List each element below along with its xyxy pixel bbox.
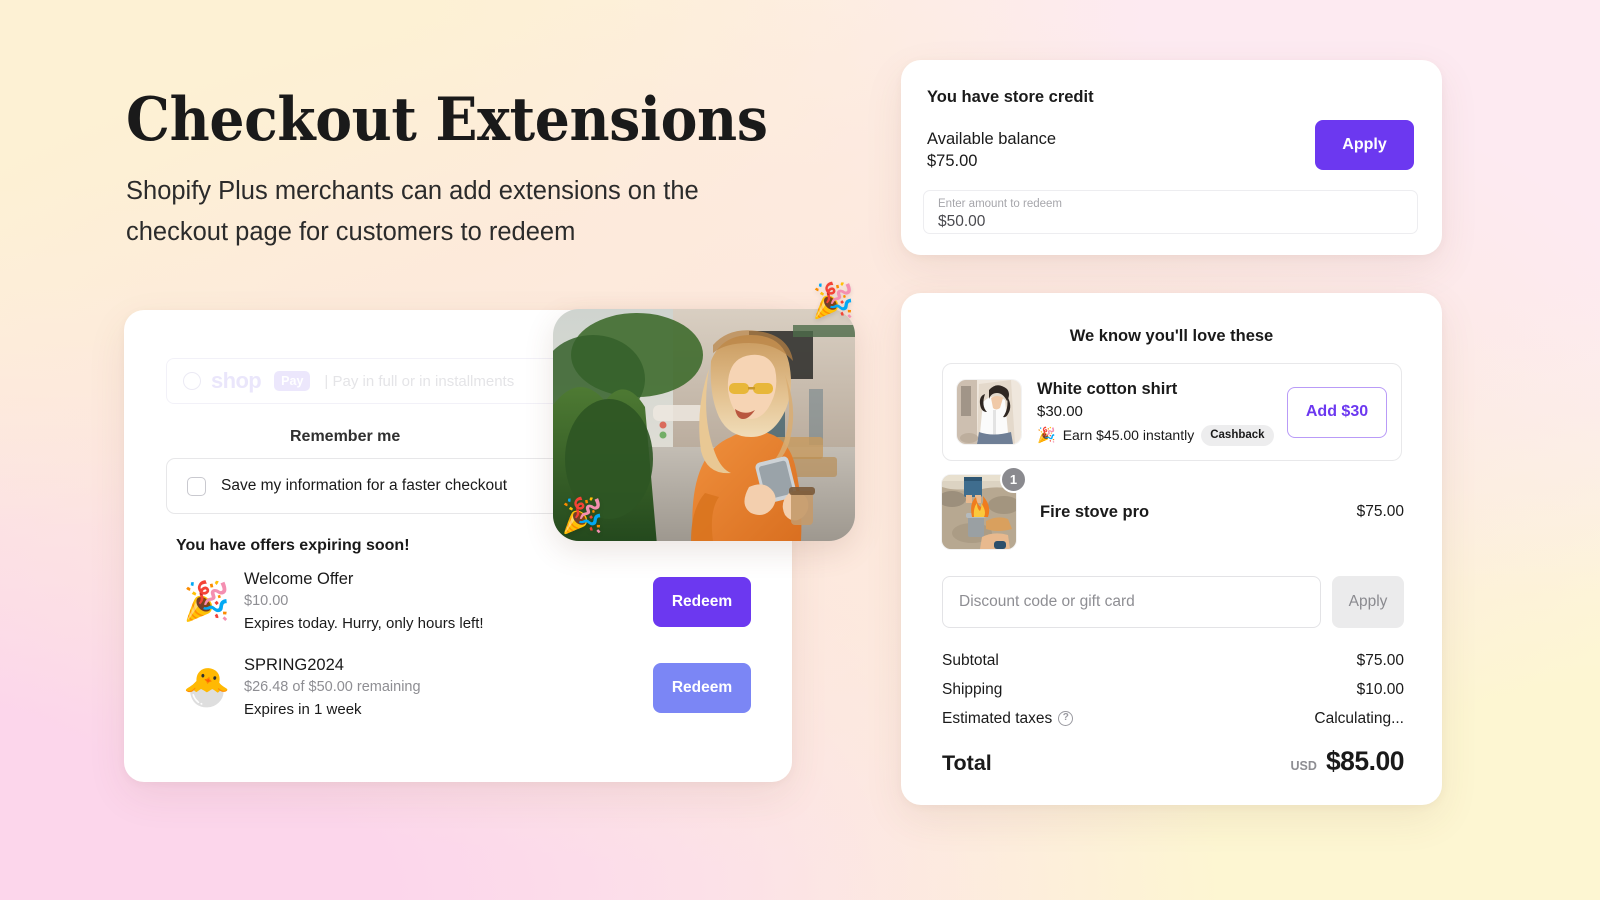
offer-name: SPRING2024 — [244, 656, 344, 674]
party-popper-icon: 🎉 — [1037, 426, 1056, 444]
redeem-amount-label: Enter amount to redeem — [938, 198, 1063, 210]
subtotal-value: $75.00 — [1356, 651, 1404, 669]
redeem-button[interactable]: Redeem — [653, 662, 751, 713]
totals-list: Subtotal $75.00 Shipping $10.00 Estimate… — [942, 646, 1405, 777]
status-badge: Cashback — [1201, 424, 1274, 446]
remember-me-heading: Remember me — [290, 428, 401, 445]
list-item: 🐣 SPRING2024 $26.48 of $50.00 remaining … — [176, 654, 751, 722]
party-popper-icon: 🎉 — [812, 282, 855, 320]
cashback-text: Earn $45.00 instantly — [1062, 427, 1195, 444]
list-item: 🎉 Welcome Offer $10.00 Expires today. Hu… — [176, 568, 751, 636]
order-summary-card: We know you'll love these White cotton s… — [901, 293, 1442, 805]
shop-pay-logo: shop — [211, 368, 262, 393]
taxes-label: Estimated taxes — [942, 709, 1053, 727]
shop-pay-chip: Pay — [274, 371, 311, 391]
white-shirt-photo — [957, 380, 1021, 444]
recommendation-details: White cotton shirt $30.00 🎉 Earn $45.00 … — [1021, 378, 1287, 446]
grand-total-label: Total — [942, 751, 992, 775]
available-balance-label: Available balance — [927, 130, 1057, 148]
grand-total-amount-group: USD $85.00 — [1290, 746, 1405, 777]
taxes-value: Calculating... — [1314, 709, 1404, 727]
cashback-line: 🎉 Earn $45.00 instantly Cashback — [1037, 424, 1287, 446]
grand-total-row: Total USD $85.00 — [942, 746, 1405, 777]
offer-details: Welcome Offer $10.00 Expires today. Hurr… — [238, 568, 653, 636]
page-title: Checkout Extensions — [126, 85, 768, 155]
total-row-subtotal: Subtotal $75.00 — [942, 646, 1404, 675]
quantity-badge: 1 — [1000, 466, 1027, 493]
hatching-chick-icon: 🐣 — [183, 666, 231, 709]
product-price: $30.00 — [1037, 403, 1083, 421]
shipping-label: Shipping — [942, 680, 1003, 698]
shipping-value: $10.00 — [1356, 680, 1404, 698]
redeem-button[interactable]: Redeem — [653, 576, 751, 627]
cart-product-name: Fire stove pro — [1040, 502, 1150, 521]
offer-name: Welcome Offer — [244, 570, 354, 588]
offer-details: SPRING2024 $26.48 of $50.00 remaining Ex… — [238, 654, 653, 722]
party-popper-icon: 🎉 — [561, 497, 604, 535]
offer-expiry: Expires in 1 week — [244, 701, 362, 719]
discount-row: Discount code or gift card Apply — [942, 576, 1404, 628]
checkbox-unchecked-icon[interactable] — [187, 476, 206, 496]
recommendation-item: White cotton shirt $30.00 🎉 Earn $45.00 … — [942, 363, 1402, 461]
party-popper-icon: 🎉 — [183, 580, 231, 623]
save-info-label: Save my information for a faster checkou… — [221, 477, 508, 494]
product-name: White cotton shirt — [1037, 380, 1178, 399]
apply-store-credit-button[interactable]: Apply — [1315, 120, 1414, 170]
grand-total-value: $85.00 — [1325, 746, 1405, 776]
page-canvas: Checkout Extensions Shopify Plus merchan… — [0, 0, 1600, 900]
shop-pay-note: | Pay in full or in installments — [324, 372, 515, 390]
store-credit-title: You have store credit — [927, 88, 1094, 106]
cart-line-item: 1 Fire stove pro $75.00 — [942, 466, 1404, 549]
apply-discount-button[interactable]: Apply — [1332, 576, 1404, 628]
product-thumbnail[interactable] — [957, 380, 1021, 444]
page-subtitle: Shopify Plus merchants can add extension… — [126, 176, 699, 247]
recommendations-heading: We know you'll love these — [1069, 327, 1274, 345]
offer-amount: $10.00 — [244, 593, 289, 610]
offer-amount: $26.48 of $50.00 remaining — [244, 679, 421, 696]
redeem-amount-field[interactable]: Enter amount to redeem $50.00 — [923, 190, 1418, 234]
radio-unselected-icon[interactable] — [183, 372, 201, 390]
total-row-taxes: Estimated taxes? Calculating... — [942, 704, 1404, 733]
taxes-label-group: Estimated taxes? — [942, 709, 1074, 728]
currency-code: USD — [1290, 759, 1317, 773]
cart-product-price: $75.00 — [1356, 503, 1404, 520]
hero-text-block: Checkout Extensions Shopify Plus merchan… — [126, 88, 806, 254]
offers-heading: You have offers expiring soon! — [176, 537, 410, 554]
redeem-amount-value[interactable]: $50.00 — [938, 212, 1403, 232]
subtotal-label: Subtotal — [942, 651, 999, 669]
total-row-shipping: Shipping $10.00 — [942, 675, 1404, 704]
offer-expiry: Expires today. Hurry, only hours left! — [244, 615, 484, 633]
discount-code-input[interactable]: Discount code or gift card — [942, 576, 1321, 628]
store-credit-card: You have store credit Available balance … — [901, 60, 1442, 255]
add-product-button[interactable]: Add $30 — [1287, 386, 1387, 438]
cart-thumbnail-wrapper: 1 — [942, 466, 1027, 549]
info-icon[interactable]: ? — [1058, 710, 1074, 726]
available-balance-value: $75.00 — [927, 152, 978, 170]
